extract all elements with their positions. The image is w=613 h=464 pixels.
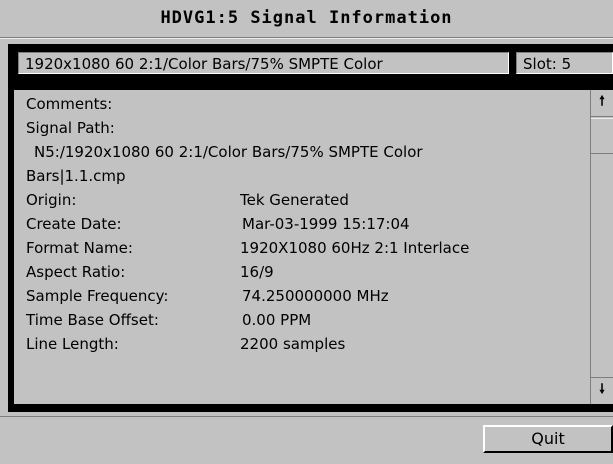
comments-label: Comments: [26, 95, 113, 113]
title-divider-highlight [0, 38, 613, 39]
vertical-scrollbar[interactable]: 🠕 🠗 [590, 90, 613, 404]
format-name-label: Format Name: [26, 239, 133, 257]
signal-info-panel: Comments: Signal Path: N5:/1920x1080 60 … [8, 84, 613, 412]
aspect-ratio-value: 16/9 [240, 263, 274, 281]
aspect-ratio-label: Aspect Ratio: [26, 263, 126, 281]
line-length-label: Line Length: [26, 335, 119, 353]
signal-path-line-1: N5:/1920x1080 60 2:1/Color Bars/75% SMPT… [34, 143, 423, 161]
window-title: HDVG1:5 Signal Information [160, 8, 453, 28]
create-date-value: Mar-03-1999 15:17:04 [242, 215, 410, 233]
scrollbar-thumb[interactable] [591, 118, 613, 154]
origin-label: Origin: [26, 191, 77, 209]
arrow-down-icon[interactable]: 🠗 [591, 377, 613, 404]
signal-path-label: Signal Path: [26, 119, 115, 137]
create-date-label: Create Date: [26, 215, 122, 233]
arrow-up-icon[interactable]: 🠕 [591, 90, 613, 117]
sample-frequency-value: 74.250000000 MHz [242, 287, 389, 305]
origin-value: Tek Generated [240, 191, 349, 209]
signal-path-line-2: Bars|1.1.cmp [26, 167, 126, 185]
slot-field: Slot: 5 [516, 52, 613, 74]
format-name-value: 1920X1080 60Hz 2:1 Interlace [240, 239, 470, 257]
quit-button[interactable]: Quit [483, 425, 613, 453]
time-base-offset-label: Time Base Offset: [26, 311, 159, 329]
line-length-value: 2200 samples [240, 335, 346, 353]
sample-frequency-label: Sample Frequency: [26, 287, 169, 305]
footer-divider [0, 416, 613, 417]
format-field: 1920x1080 60 2:1/Color Bars/75% SMPTE Co… [18, 52, 509, 74]
signal-info-content: Comments: Signal Path: N5:/1920x1080 60 … [14, 90, 590, 404]
signal-info-bar: 1920x1080 60 2:1/Color Bars/75% SMPTE Co… [8, 44, 613, 84]
time-base-offset-value: 0.00 PPM [242, 311, 312, 329]
